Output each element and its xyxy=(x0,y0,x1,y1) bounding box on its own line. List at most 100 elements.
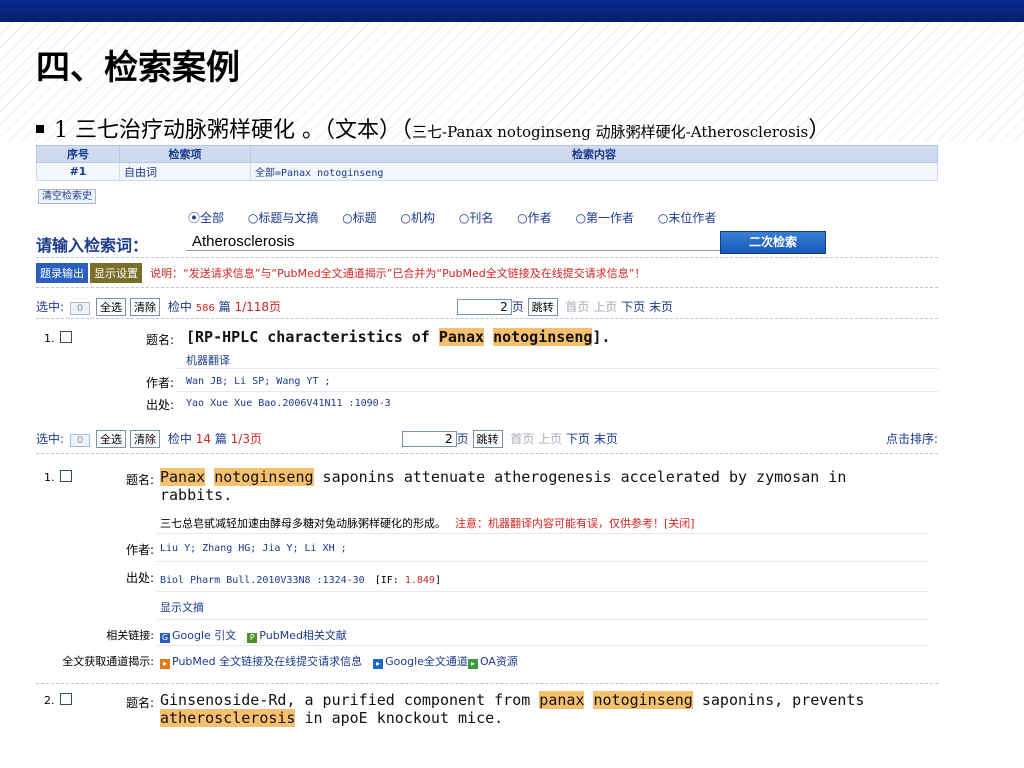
divider xyxy=(36,257,938,258)
radio-title[interactable]: ○标题 xyxy=(342,211,387,225)
record-checkbox[interactable] xyxy=(60,693,72,705)
row-line xyxy=(176,391,938,392)
oa-link[interactable]: OA资源 xyxy=(480,655,518,668)
notice-text: 说明：“发送请求信息”与“PubMed全文通道揭示”已合并为“PubMed全文链… xyxy=(150,267,646,280)
nav-last[interactable]: 末页 xyxy=(594,432,618,446)
select-all-button[interactable]: 全选 xyxy=(96,298,127,316)
pager-top: 选中: 0 全选 清除 检中 586 篇 1/118页 2页 跳转 首页 上页 下页 … xyxy=(36,298,673,316)
nav-next[interactable]: 下页 xyxy=(621,300,645,314)
pager-bottom: 选中: 0 全选 清除 检中 14 篇 1/3页 2页 跳转 首页 上页 下页 末页 … xyxy=(36,430,938,448)
pubmed-fulltext-link[interactable]: PubMed 全文链接及在线提交请求信息 xyxy=(172,655,362,668)
export-button[interactable]: 题录输出 xyxy=(36,263,88,283)
nav-first: 首页 xyxy=(565,300,590,314)
translation-text: 三七总皂甙减轻加速由酵母多糖对兔动脉粥样硬化的形成。 xyxy=(160,517,441,530)
selected-count: 0 xyxy=(70,434,91,447)
col-field: 检索项 xyxy=(119,145,251,163)
authors[interactable]: Liu Y; Zhang HG; Jia Y; Li XH ; xyxy=(160,543,347,554)
radio-first-author[interactable]: ○第一作者 xyxy=(576,211,645,225)
row-line xyxy=(176,368,938,369)
select-all-button[interactable]: 全选 xyxy=(96,430,127,448)
highlight: atherosclerosis xyxy=(160,709,296,727)
record-title[interactable]: Panax notoginseng saponins attenuate ath… xyxy=(160,468,920,504)
title-label: 题名: xyxy=(125,696,154,710)
title-text: in apoE knockout mice. xyxy=(295,709,504,727)
record-number: 1. xyxy=(44,331,72,345)
google-fulltext-link[interactable]: Google全文通道 xyxy=(385,655,468,668)
search-input[interactable] xyxy=(186,233,728,251)
close-translation-link[interactable]: 关闭 xyxy=(668,517,690,530)
divider xyxy=(36,453,938,454)
highlight: notoginseng xyxy=(214,468,314,486)
jump-button[interactable]: 跳转 xyxy=(472,430,503,448)
radio-title-abstract[interactable]: ○标题与文摘 xyxy=(248,211,329,225)
radio-label: 作者 xyxy=(527,211,552,225)
slide-title: 四、检索案例 xyxy=(36,48,240,88)
bullet-close: ） xyxy=(808,118,831,143)
selected-label: 选中: xyxy=(36,300,65,314)
fulltext-label: 全文获取通道揭示: xyxy=(62,655,154,668)
clear-history-button[interactable]: 清空检索史 xyxy=(38,189,96,204)
radio-journal[interactable]: ○刊名 xyxy=(459,211,504,225)
jump-button[interactable]: 跳转 xyxy=(527,298,558,316)
record-number: 1. xyxy=(44,470,72,484)
title-text: [RP-HPLC characteristics of xyxy=(186,328,439,346)
record-index: 1. xyxy=(44,332,55,345)
record-checkbox[interactable] xyxy=(60,470,72,482)
title-label: 题名: xyxy=(125,473,154,487)
radio-institution[interactable]: ○机构 xyxy=(401,211,446,225)
title-text: ]. xyxy=(592,328,611,346)
pubmed-related-link[interactable]: PubMed相关文献 xyxy=(259,629,347,642)
page-input[interactable]: 2 xyxy=(401,431,457,447)
top-banner xyxy=(0,0,1024,22)
source-row: Biol Pharm Bull.2010V33N8 :1324-30 [IF: … xyxy=(160,571,441,586)
machine-translate-link[interactable]: 机器翻译 xyxy=(186,352,230,368)
google-cite-link[interactable]: Google 引文 xyxy=(172,629,236,642)
record-title[interactable]: Ginsenoside-Rd, a purified component fro… xyxy=(160,691,930,727)
nav-prev: 上页 xyxy=(538,432,563,446)
author-label: 作者: xyxy=(125,543,154,557)
page-suffix: 页 xyxy=(511,300,524,314)
sort-link[interactable]: 点击排序: xyxy=(886,430,938,447)
page-suffix: 页 xyxy=(456,432,469,446)
record-a: 1. 题名: [RP-HPLC characteristics of Panax… xyxy=(36,328,938,418)
nav-last[interactable]: 末页 xyxy=(649,300,673,314)
history-row[interactable]: #1 自由词 全部=Panax notoginseng xyxy=(36,162,938,181)
radio-last-author[interactable]: ○末位作者 xyxy=(658,211,727,225)
related-links: G Google 引文 P PubMed相关文献 xyxy=(160,627,347,643)
show-abstract-link[interactable]: 显示文摘 xyxy=(160,599,204,615)
search-label: 请输入检索词： xyxy=(36,236,149,255)
record-index: 2. xyxy=(44,694,55,707)
col-seq: 序号 xyxy=(36,145,120,163)
if-label: [IF: xyxy=(374,575,399,586)
history-content[interactable]: 全部=Panax notoginseng xyxy=(250,162,938,181)
oa-icon: ▸ xyxy=(467,659,478,669)
authors[interactable]: Wan JB; Li SP; Wang YT ; xyxy=(186,376,331,387)
selected-count: 0 xyxy=(70,302,91,315)
record-title[interactable]: [RP-HPLC characteristics of Panax notogi… xyxy=(186,328,610,346)
if-close: ] xyxy=(434,575,441,586)
toolbar: 题录输出 显示设置 说明：“发送请求信息”与“PubMed全文通道揭示”已合并为“P… xyxy=(36,263,645,283)
divider xyxy=(36,318,938,319)
radio-all[interactable]: ⦿全部 xyxy=(188,211,234,225)
page-input[interactable]: 2 xyxy=(456,299,512,315)
clear-button[interactable]: 清除 xyxy=(130,298,161,316)
nav-prev: 上页 xyxy=(593,300,618,314)
bullet-keywords: 三七-Panax notoginseng 动脉粥样硬化-Atherosclero… xyxy=(412,123,809,141)
translation-warning: 注意：机器翻译内容可能有误，仅供参考！ xyxy=(455,517,664,530)
clear-button[interactable]: 清除 xyxy=(130,430,161,448)
search-history-table: 序号 检索项 检索内容 #1 自由词 全部=Panax notoginseng xyxy=(36,145,938,181)
source-label: 出处: xyxy=(145,398,174,412)
row-line xyxy=(156,561,928,562)
nav-first: 首页 xyxy=(510,432,535,446)
title-label: 题名: xyxy=(145,333,174,347)
radio-author[interactable]: ○作者 xyxy=(517,211,562,225)
display-settings-button[interactable]: 显示设置 xyxy=(90,263,142,283)
nav-next[interactable]: 下页 xyxy=(566,432,590,446)
radio-label: 标题与文摘 xyxy=(258,211,319,225)
highlight: notoginseng xyxy=(593,691,693,709)
source: Biol Pharm Bull.2010V33N8 :1324-30 xyxy=(160,575,365,586)
record-checkbox[interactable] xyxy=(60,331,72,343)
impact-factor: 1.849 xyxy=(404,575,435,586)
field-radio-group: ⦿全部 ○标题与文摘 ○标题 ○机构 ○刊名 ○作者 ○第一作者 ○末位作者 xyxy=(188,209,736,226)
secondary-search-button[interactable]: 二次检索 xyxy=(720,231,826,254)
